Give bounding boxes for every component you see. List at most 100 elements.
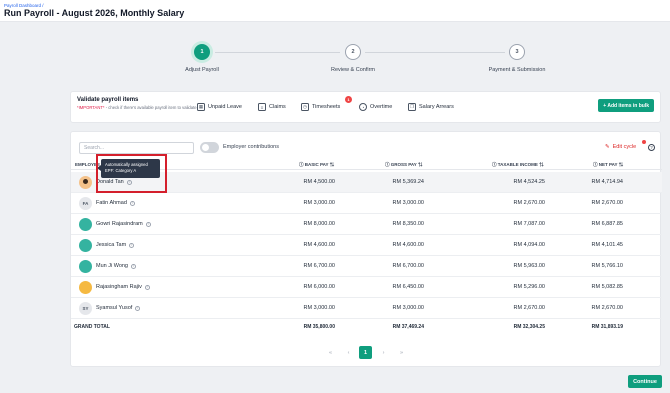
total-taxable-income: RM 32,304.25 <box>513 324 545 330</box>
step-number: 3 <box>509 44 525 60</box>
clock-icon: ◔ <box>359 103 367 111</box>
name-text: Mun Ji Wong <box>96 263 128 269</box>
step-label: Payment & Submission <box>488 67 546 73</box>
table-row[interactable]: Mun Ji Wong i RM 6,700.00 RM 6,700.00 RM … <box>71 256 662 277</box>
employee-name[interactable]: Jessica Tam i <box>96 242 135 248</box>
gross-pay-cell: RM 6,700.00 <box>392 263 425 269</box>
toggle-knob <box>202 144 209 151</box>
total-basic-pay: RM 35,800.00 <box>303 324 335 330</box>
taxable-income-cell: RM 5,296.00 <box>513 284 546 290</box>
validate-note: *IMPORTANT* - check if there's available… <box>77 105 202 110</box>
total-net-pay: RM 31,893.19 <box>591 324 623 330</box>
basic-pay-cell: RM 3,000.00 <box>303 305 336 311</box>
last-page-button[interactable]: » <box>395 346 408 359</box>
net-pay-cell: RM 4,714.94 <box>591 179 624 185</box>
grand-total-row: GRAND TOTAL RM 35,800.00 RM 37,469.24 RM… <box>71 321 662 332</box>
avatar <box>79 239 92 252</box>
table-row[interactable]: Rajasingham Rajiv i RM 6,000.00 RM 6,450.… <box>71 277 662 298</box>
unpaid-leave-item[interactable]: ▦ Unpaid Leave <box>197 102 242 112</box>
col-label: TAXABLE INCOME <box>497 162 538 167</box>
col-taxable-income[interactable]: ⓘ TAXABLE INCOME ⇅ <box>492 162 544 168</box>
step-adjust-payroll[interactable]: 1 Adjust Payroll <box>147 44 257 73</box>
net-pay-cell: RM 4,101.45 <box>591 242 624 248</box>
col-gross-pay[interactable]: ⓘ GROSS PAY ⇅ <box>385 162 422 168</box>
help-icon[interactable]: ? <box>648 144 655 151</box>
table-row[interactable]: Gowri Rajasindram i RM 8,000.00 RM 8,350.… <box>71 214 662 235</box>
timesheets-item[interactable]: ◷ Timesheets <box>301 102 340 112</box>
continue-button[interactable]: Continue <box>628 375 662 388</box>
step-payment-submission[interactable]: 3 Payment & Submission <box>462 44 572 73</box>
table-row[interactable]: SY Syamsul Yusof i RM 3,000.00 RM 3,000.0… <box>71 298 662 319</box>
gross-pay-cell: RM 6,450.00 <box>392 284 425 290</box>
name-text: Jessica Tam <box>96 242 127 248</box>
employee-name[interactable]: Fatin Ahmad i <box>96 200 135 206</box>
step-number: 2 <box>345 44 361 60</box>
info-icon[interactable]: i <box>129 200 135 206</box>
info-icon[interactable]: i <box>145 221 151 227</box>
search-input[interactable] <box>79 142 194 154</box>
net-pay-cell: RM 2,670.00 <box>591 200 624 206</box>
employee-name[interactable]: Syamsul Yusof i <box>96 305 141 311</box>
table-row[interactable]: FA Fatin Ahmad i RM 3,000.00 RM 3,000.00 … <box>71 193 662 214</box>
sort-icon: ⇅ <box>537 162 544 167</box>
avatar <box>79 281 92 294</box>
receipt-icon: ≡ <box>258 103 266 111</box>
avatar: SY <box>79 302 92 315</box>
overtime-item[interactable]: ◔ Overtime <box>359 102 392 112</box>
item-label: Overtime <box>370 104 393 110</box>
basic-pay-cell: RM 8,000.00 <box>303 221 336 227</box>
item-label: Salary Arrears <box>419 104 454 110</box>
avatar: FA <box>79 197 92 210</box>
taxable-income-cell: RM 2,670.00 <box>513 200 546 206</box>
step-label: Review & Confirm <box>330 67 375 73</box>
claims-item[interactable]: ≡ Claims <box>258 102 286 112</box>
table-row[interactable]: Jessica Tam i RM 4,600.00 RM 4,600.00 RM … <box>71 235 662 256</box>
avatar <box>79 218 92 231</box>
taxable-income-cell: RM 4,524.25 <box>513 179 546 185</box>
name-text: Syamsul Yusof <box>96 305 133 311</box>
first-page-button[interactable]: « <box>324 346 337 359</box>
gross-pay-cell: RM 5,369.24 <box>392 179 425 185</box>
grand-total-label: GRAND TOTAL <box>74 324 110 330</box>
page-1-button[interactable]: 1 <box>359 346 372 359</box>
info-icon[interactable]: i <box>144 284 150 290</box>
net-pay-cell: RM 5,082.85 <box>591 284 624 290</box>
next-page-button[interactable]: › <box>377 346 390 359</box>
edit-cycle-button[interactable]: ✎ Edit cycle <box>605 144 636 150</box>
step-review-confirm[interactable]: 2 Review & Confirm <box>298 44 408 73</box>
prev-page-button[interactable]: ‹ <box>342 346 355 359</box>
timesheets-badge: 1 <box>345 96 352 103</box>
employee-name[interactable]: Gowri Rajasindram i <box>96 221 151 227</box>
add-items-bulk-button[interactable]: + Add items in bulk <box>598 99 654 112</box>
notification-dot <box>642 140 646 144</box>
clock-card-icon: ◷ <box>301 103 309 111</box>
info-icon[interactable]: i <box>131 263 136 269</box>
validate-title: Validate payroll items <box>77 97 139 103</box>
taxable-income-cell: RM 5,963.00 <box>513 263 546 269</box>
info-icon[interactable]: i <box>129 242 135 248</box>
col-net-pay[interactable]: ⓘ NET PAY ⇅ <box>593 162 623 168</box>
basic-pay-cell: RM 6,700.00 <box>303 263 336 269</box>
col-basic-pay[interactable]: ⓘ BASIC PAY ⇅ <box>299 162 334 168</box>
basic-pay-cell: RM 6,000.00 <box>303 284 336 290</box>
calendar-icon: ▦ <box>197 103 205 111</box>
progress-stepper: 1 Adjust Payroll 2 Review & Confirm 3 Pa… <box>0 40 670 80</box>
toggle-label: Employer contributions <box>223 144 279 150</box>
gross-pay-cell: RM 3,000.00 <box>392 305 425 311</box>
basic-pay-cell: RM 4,500.00 <box>303 179 336 185</box>
gross-pay-cell: RM 3,000.00 <box>392 200 425 206</box>
page-title: Run Payroll - August 2026, Monthly Salar… <box>4 8 185 18</box>
edit-cycle-label: Edit cycle <box>612 144 637 150</box>
employer-contributions-toggle[interactable] <box>200 142 219 153</box>
salary-arrears-item[interactable]: ❐ Salary Arrears <box>408 102 454 112</box>
employee-name[interactable]: Mun Ji Wong i <box>96 263 136 269</box>
employee-name[interactable]: Rajasingham Rajiv i <box>96 284 150 290</box>
step-label: Adjust Payroll <box>185 67 219 73</box>
highlight-box <box>96 154 167 193</box>
gross-pay-cell: RM 8,350.00 <box>392 221 425 227</box>
name-text: Gowri Rajasindram <box>96 221 143 227</box>
info-icon[interactable]: i <box>135 305 141 311</box>
important-label: *IMPORTANT* <box>77 105 105 110</box>
step-number: 1 <box>194 44 210 60</box>
pencil-icon: ✎ <box>605 144 610 150</box>
